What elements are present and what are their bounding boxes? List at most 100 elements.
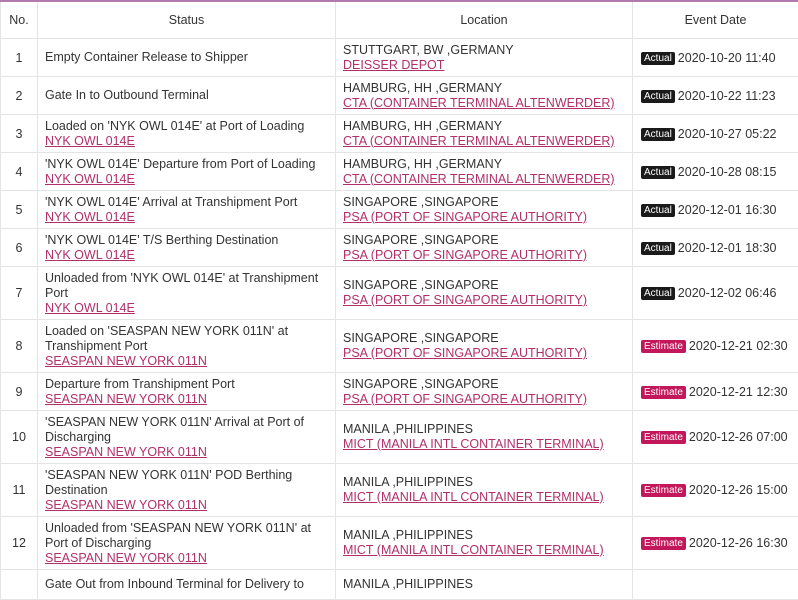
status-cell: 'SEASPAN NEW YORK 011N' Arrival at Port … — [38, 411, 336, 464]
facility-link[interactable]: MICT (MANILA INTL CONTAINER TERMINAL) — [343, 437, 626, 452]
location-city-text: MANILA ,PHILIPPINES — [343, 475, 626, 490]
column-header-event-date: Event Date — [633, 1, 798, 39]
event-date-cell: Estimate2020-12-26 15:00 — [633, 464, 798, 517]
location-cell: HAMBURG, HH ,GERMANYCTA (CONTAINER TERMI… — [336, 153, 633, 191]
event-status-text: Loaded on 'SEASPAN NEW YORK 011N' at Tra… — [45, 324, 329, 354]
event-status-text: 'NYK OWL 014E' Arrival at Transhipment P… — [45, 195, 329, 210]
location-cell: HAMBURG, HH ,GERMANYCTA (CONTAINER TERMI… — [336, 77, 633, 115]
facility-link[interactable]: CTA (CONTAINER TERMINAL ALTENWERDER) — [343, 96, 626, 111]
location-city-text: SINGAPORE ,SINGAPORE — [343, 278, 626, 293]
location-city-text: SINGAPORE ,SINGAPORE — [343, 331, 626, 346]
location-city-text: SINGAPORE ,SINGAPORE — [343, 233, 626, 248]
event-date-text: 2020-12-21 02:30 — [689, 339, 788, 353]
facility-link[interactable]: MICT (MANILA INTL CONTAINER TERMINAL) — [343, 490, 626, 505]
location-cell: SINGAPORE ,SINGAPOREPSA (PORT OF SINGAPO… — [336, 229, 633, 267]
actual-badge: Actual — [641, 128, 675, 141]
table-row: 2Gate In to Outbound TerminalHAMBURG, HH… — [1, 77, 798, 115]
actual-badge: Actual — [641, 52, 675, 65]
table-row: 4'NYK OWL 014E' Departure from Port of L… — [1, 153, 798, 191]
vessel-voyage-link[interactable]: SEASPAN NEW YORK 011N — [45, 551, 329, 566]
vessel-voyage-link[interactable]: NYK OWL 014E — [45, 172, 329, 187]
vessel-voyage-link[interactable]: SEASPAN NEW YORK 011N — [45, 354, 329, 369]
location-city-text: MANILA ,PHILIPPINES — [343, 577, 626, 592]
actual-badge: Actual — [641, 90, 675, 103]
vessel-voyage-link[interactable]: NYK OWL 014E — [45, 248, 329, 263]
row-number-cell: 8 — [1, 320, 38, 373]
event-date-cell: Actual2020-10-20 11:40 — [633, 39, 798, 77]
facility-link[interactable]: CTA (CONTAINER TERMINAL ALTENWERDER) — [343, 134, 626, 149]
event-date-text: 2020-12-02 06:46 — [678, 286, 777, 300]
location-cell: SINGAPORE ,SINGAPOREPSA (PORT OF SINGAPO… — [336, 373, 633, 411]
vessel-voyage-link[interactable]: NYK OWL 014E — [45, 134, 329, 149]
location-city-text: SINGAPORE ,SINGAPORE — [343, 195, 626, 210]
event-date-cell: Actual2020-12-01 18:30 — [633, 229, 798, 267]
location-cell: SINGAPORE ,SINGAPOREPSA (PORT OF SINGAPO… — [336, 191, 633, 229]
row-number-cell: 1 — [1, 39, 38, 77]
facility-link[interactable]: DEISSER DEPOT — [343, 58, 626, 73]
facility-link[interactable]: CTA (CONTAINER TERMINAL ALTENWERDER) — [343, 172, 626, 187]
vessel-voyage-link[interactable]: SEASPAN NEW YORK 011N — [45, 392, 329, 407]
event-status-text: Gate Out from Inbound Terminal for Deliv… — [45, 577, 329, 592]
event-status-text: Gate In to Outbound Terminal — [45, 88, 329, 103]
event-status-text: Loaded on 'NYK OWL 014E' at Port of Load… — [45, 119, 329, 134]
row-number-cell: 12 — [1, 517, 38, 570]
table-row: 3Loaded on 'NYK OWL 014E' at Port of Loa… — [1, 115, 798, 153]
column-header-status: Status — [38, 1, 336, 39]
location-cell: MANILA ,PHILIPPINESMICT (MANILA INTL CON… — [336, 411, 633, 464]
facility-link[interactable]: PSA (PORT OF SINGAPORE AUTHORITY) — [343, 346, 626, 361]
table-row: 12Unloaded from 'SEASPAN NEW YORK 011N' … — [1, 517, 798, 570]
column-header-location: Location — [336, 1, 633, 39]
event-date-cell: Actual2020-12-01 16:30 — [633, 191, 798, 229]
vessel-voyage-link[interactable]: NYK OWL 014E — [45, 210, 329, 225]
facility-link[interactable]: PSA (PORT OF SINGAPORE AUTHORITY) — [343, 210, 626, 225]
event-status-text: 'SEASPAN NEW YORK 011N' POD Berthing Des… — [45, 468, 329, 498]
event-date-text: 2020-12-01 16:30 — [678, 203, 777, 217]
table-row: 10'SEASPAN NEW YORK 011N' Arrival at Por… — [1, 411, 798, 464]
facility-link[interactable]: PSA (PORT OF SINGAPORE AUTHORITY) — [343, 392, 626, 407]
status-cell: Departure from Transhipment PortSEASPAN … — [38, 373, 336, 411]
event-date-text: 2020-10-20 11:40 — [678, 51, 776, 65]
location-city-text: STUTTGART, BW ,GERMANY — [343, 43, 626, 58]
facility-link[interactable]: PSA (PORT OF SINGAPORE AUTHORITY) — [343, 248, 626, 263]
row-number-cell: 7 — [1, 267, 38, 320]
status-cell: 'NYK OWL 014E' T/S Berthing DestinationN… — [38, 229, 336, 267]
location-city-text: HAMBURG, HH ,GERMANY — [343, 157, 626, 172]
facility-link[interactable]: MICT (MANILA INTL CONTAINER TERMINAL) — [343, 543, 626, 558]
event-status-text: Unloaded from 'NYK OWL 014E' at Tranship… — [45, 271, 329, 301]
event-status-text: Empty Container Release to Shipper — [45, 50, 329, 65]
event-date-text: 2020-12-26 16:30 — [689, 536, 788, 550]
table-row: 9Departure from Transhipment PortSEASPAN… — [1, 373, 798, 411]
location-cell: MANILA ,PHILIPPINES — [336, 570, 633, 600]
location-cell: SINGAPORE ,SINGAPOREPSA (PORT OF SINGAPO… — [336, 267, 633, 320]
status-cell: Unloaded from 'SEASPAN NEW YORK 011N' at… — [38, 517, 336, 570]
actual-badge: Actual — [641, 166, 675, 179]
status-cell: Empty Container Release to Shipper — [38, 39, 336, 77]
event-status-text: Departure from Transhipment Port — [45, 377, 329, 392]
table-row: 6'NYK OWL 014E' T/S Berthing Destination… — [1, 229, 798, 267]
status-cell: Gate In to Outbound Terminal — [38, 77, 336, 115]
location-city-text: HAMBURG, HH ,GERMANY — [343, 119, 626, 134]
event-date-text: 2020-12-26 15:00 — [689, 483, 788, 497]
location-cell: SINGAPORE ,SINGAPOREPSA (PORT OF SINGAPO… — [336, 320, 633, 373]
vessel-voyage-link[interactable]: NYK OWL 014E — [45, 301, 329, 316]
facility-link[interactable]: PSA (PORT OF SINGAPORE AUTHORITY) — [343, 293, 626, 308]
event-status-text: Unloaded from 'SEASPAN NEW YORK 011N' at… — [45, 521, 329, 551]
table-row: 7Unloaded from 'NYK OWL 014E' at Transhi… — [1, 267, 798, 320]
location-city-text: MANILA ,PHILIPPINES — [343, 528, 626, 543]
column-header-no: No. — [1, 1, 38, 39]
location-city-text: SINGAPORE ,SINGAPORE — [343, 377, 626, 392]
vessel-voyage-link[interactable]: SEASPAN NEW YORK 011N — [45, 498, 329, 513]
event-date-text: 2020-10-27 05:22 — [678, 127, 777, 141]
status-cell: Unloaded from 'NYK OWL 014E' at Tranship… — [38, 267, 336, 320]
tracking-events-table: No. Status Location Event Date 1 Empty Co… — [0, 0, 798, 600]
status-cell: 'SEASPAN NEW YORK 011N' POD Berthing Des… — [38, 464, 336, 517]
event-date-cell — [633, 570, 798, 600]
event-date-cell: Actual2020-10-22 11:23 — [633, 77, 798, 115]
status-cell: 'NYK OWL 014E' Departure from Port of Lo… — [38, 153, 336, 191]
table-header-row: No. Status Location Event Date — [1, 1, 798, 39]
location-city-text: HAMBURG, HH ,GERMANY — [343, 81, 626, 96]
location-cell: MANILA ,PHILIPPINESMICT (MANILA INTL CON… — [336, 517, 633, 570]
vessel-voyage-link[interactable]: SEASPAN NEW YORK 011N — [45, 445, 329, 460]
estimate-badge: Estimate — [641, 537, 686, 550]
status-cell: Gate Out from Inbound Terminal for Deliv… — [38, 570, 336, 600]
